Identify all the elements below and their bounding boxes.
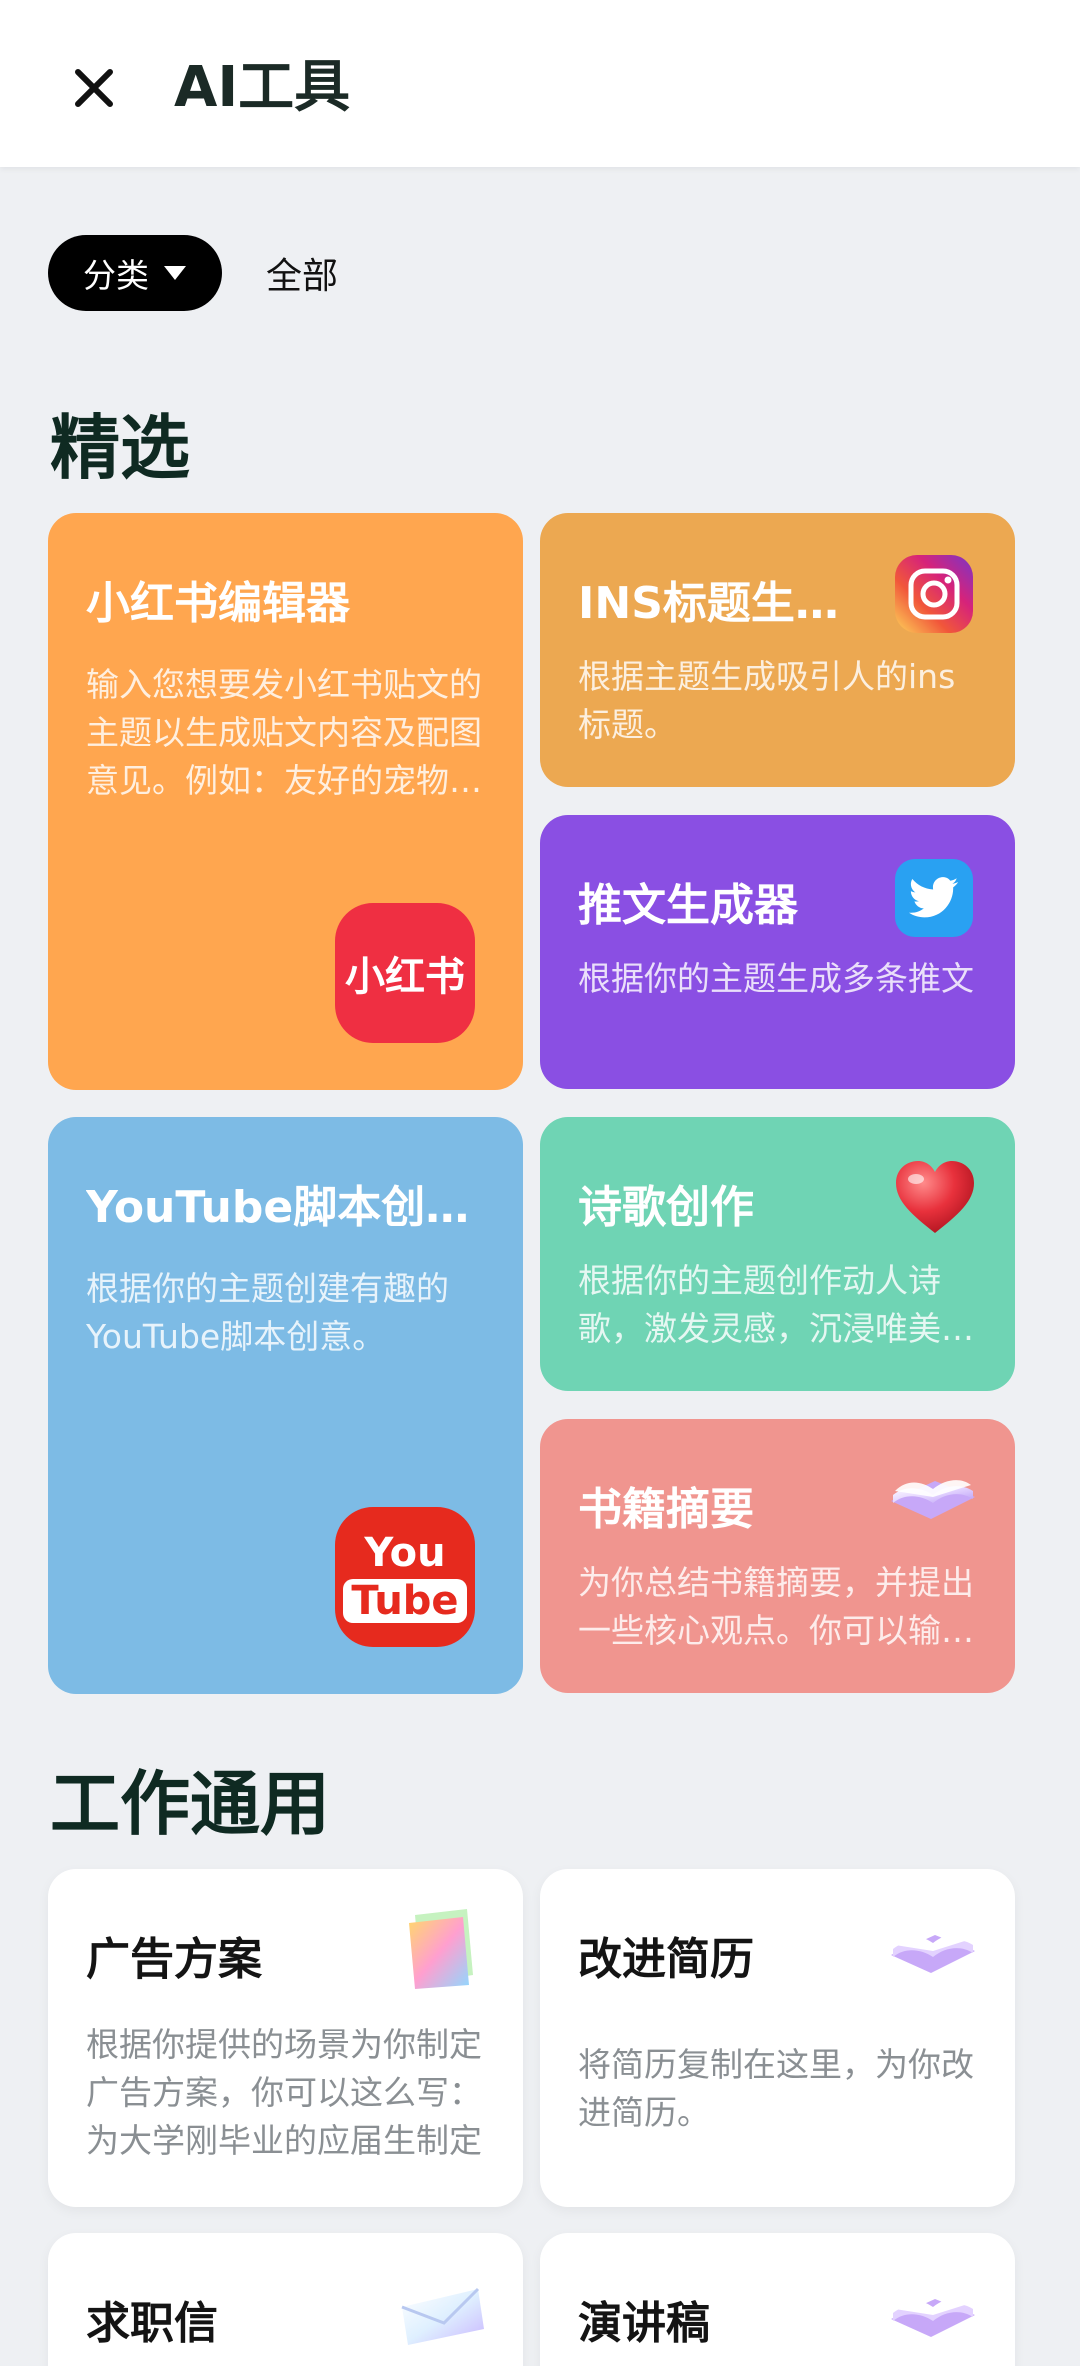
book-icon [885, 1461, 981, 1539]
twitter-icon [895, 859, 973, 937]
book-icon [885, 1915, 981, 1993]
card-youtube-script-creator[interactable]: YouTube脚本创作器 根据你的主题创建有趣的YouTube脚本创意。 You… [48, 1117, 523, 1694]
card-improve-resume[interactable]: 改进简历 将简历复制在这里，为你改进简历。 [540, 1869, 1015, 2207]
card-title: 推文生成器 [578, 880, 798, 931]
card-tweet-generator[interactable]: 推文生成器 根据你的主题生成多条推文 [540, 815, 1015, 1089]
instagram-icon [895, 555, 973, 633]
envelope-icon [398, 2279, 488, 2349]
card-title: 改进简历 [578, 1934, 754, 1985]
card-description: 根据你的主题创作动人诗歌，激发灵感，沉浸唯美意境 [578, 1261, 974, 1348]
heart-icon [892, 1157, 978, 1237]
xiaohongshu-logo-icon: 小红书 [335, 903, 475, 1043]
card-book-summary[interactable]: 书籍摘要 为你总结书籍摘要，并提出一些核心观点。你可以输入书名 [540, 1419, 1015, 1693]
card-description: 根据你的主题生成多条推文 [578, 959, 974, 998]
card-speech-draft[interactable]: 演讲稿 [540, 2233, 1015, 2366]
card-cover-letter[interactable]: 求职信 [48, 2233, 523, 2366]
card-title: 诗歌创作 [578, 1182, 754, 1233]
card-description: 根据主题生成吸引人的ins标题。 [578, 657, 956, 744]
close-button[interactable] [58, 52, 130, 124]
category-label: 分类 [83, 256, 149, 295]
caret-down-icon [164, 266, 186, 280]
youtube-logo-icon: You Tube [335, 1507, 475, 1647]
filter-row: 分类 全部 [48, 235, 338, 311]
card-description: 根据你提供的场景为你制定广告方案，你可以这么写：为大学刚毕业的应届生制定 [86, 2025, 482, 2160]
category-dropdown[interactable]: 分类 [48, 235, 222, 311]
card-description: 为你总结书籍摘要，并提出一些核心观点。你可以输入书名 [578, 1563, 974, 1650]
book-icon [885, 2279, 981, 2357]
filter-all[interactable]: 全部 [266, 247, 338, 299]
card-poetry-creation[interactable]: 诗歌创作 根据你的主题创作动人诗歌，激发灵感，沉浸唯美意境 [540, 1117, 1015, 1391]
card-description: 输入您想要发小红书贴文的主题以生成贴文内容及配图意见。例如：友好的宠物店推荐 [86, 665, 482, 800]
card-ins-title-generator[interactable]: INS标题生成器 根据主题生成吸引人的ins标题。 [540, 513, 1015, 787]
card-title: 小红书编辑器 [86, 578, 350, 629]
card-title: 广告方案 [86, 1934, 262, 1985]
card-title: 演讲稿 [578, 2298, 710, 2349]
card-description: 将简历复制在这里，为你改进简历。 [578, 2045, 974, 2132]
card-title: YouTube脚本创作器 [86, 1182, 503, 1233]
card-description: 根据你的主题创建有趣的YouTube脚本创意。 [86, 1269, 449, 1356]
close-icon [75, 69, 113, 107]
card-title: 求职信 [86, 2298, 218, 2349]
section-title-work: 工作通用 [50, 1763, 330, 1845]
card-title: 书籍摘要 [578, 1484, 754, 1535]
page-title: AI工具 [174, 55, 351, 120]
folder-icon [403, 1905, 479, 1991]
top-bar: AI工具 [0, 0, 1080, 167]
card-xiaohongshu-editor[interactable]: 小红书编辑器 输入您想要发小红书贴文的主题以生成贴文内容及配图意见。例如：友好的… [48, 513, 523, 1090]
card-title: INS标题生成器 [578, 578, 865, 629]
card-ad-plan[interactable]: 广告方案 根据你提供的场景为你制定广告方案，你可以这么写：为大学刚毕业的应届生制… [48, 1869, 523, 2207]
section-title-featured: 精选 [50, 407, 190, 489]
